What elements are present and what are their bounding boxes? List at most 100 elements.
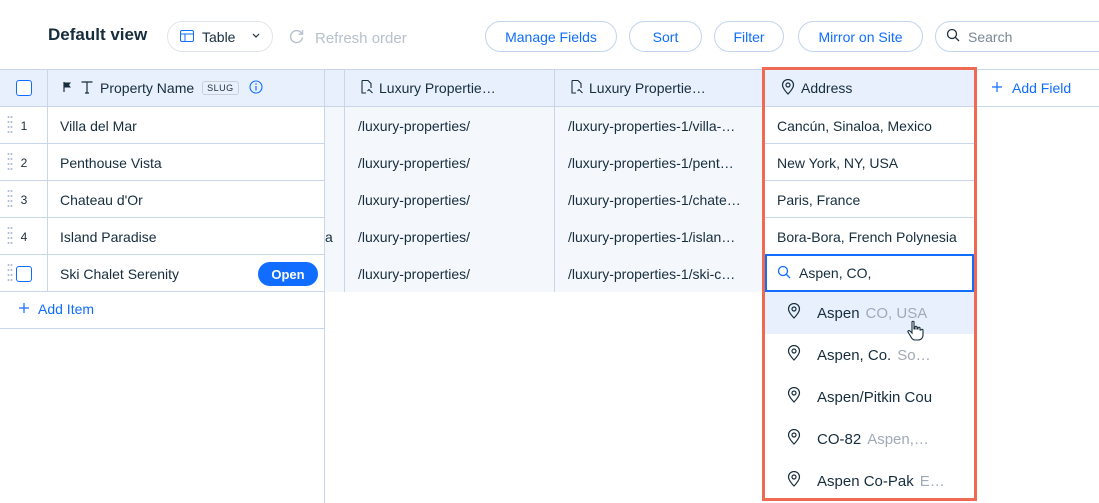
select-all-header — [0, 69, 48, 107]
address-cell[interactable]: Cancún, Sinaloa, Mexico — [763, 107, 975, 144]
location-pin-icon — [781, 78, 795, 98]
column-header-property-name[interactable]: Property Name SLUG — [48, 69, 325, 107]
property-name-label: Property Name — [100, 80, 195, 96]
text-type-icon — [80, 80, 94, 97]
suggestion-sub: E… — [919, 472, 945, 490]
luxury-1-cell[interactable]: /luxury-properties/ — [345, 107, 555, 144]
address-suggestion[interactable]: Aspen, Co. So… — [765, 334, 974, 376]
refresh-order-button[interactable]: Refresh order — [288, 27, 407, 49]
search-placeholder: Search — [968, 28, 1013, 45]
column-header-address[interactable]: Address — [763, 69, 975, 107]
refresh-icon — [288, 27, 306, 49]
column-divider — [762, 69, 763, 292]
add-item-label: Add Item — [38, 301, 95, 317]
column-header-luxury-2[interactable]: Luxury Propertie… — [555, 69, 763, 107]
luxury-1-cell[interactable]: /luxury-properties/ — [345, 181, 555, 218]
luxury-1-cell[interactable]: /luxury-properties/ — [345, 218, 555, 255]
drag-handle-icon[interactable] — [7, 152, 13, 170]
view-title: Default view — [48, 25, 148, 44]
search-input[interactable]: Search — [935, 21, 1099, 52]
sort-button[interactable]: Sort — [629, 21, 702, 52]
table-icon — [180, 29, 194, 45]
location-pin-icon — [787, 428, 801, 449]
luxury-2-cell[interactable]: /luxury-properties-1/islan… — [555, 218, 763, 255]
luxury-2-cell[interactable]: /luxury-properties-1/chate… — [555, 181, 763, 218]
property-name-cell[interactable]: Island Paradise — [48, 218, 325, 255]
table-row[interactable]: 1 Villa del Mar /luxury-properties/ /lux… — [0, 107, 975, 144]
hidden-cell: a — [325, 218, 345, 255]
location-pin-icon — [787, 386, 801, 407]
luxury-1-cell[interactable]: /luxury-properties/ — [345, 255, 555, 292]
address-cell[interactable]: New York, NY, USA — [763, 144, 975, 181]
address-suggestion[interactable]: Aspen Co-Pak E… — [765, 460, 974, 502]
hidden-column-header — [325, 69, 345, 107]
suggestion-main: Aspen/Pitkin Cou — [817, 388, 933, 406]
drag-handle-icon[interactable] — [7, 115, 13, 133]
add-item-button[interactable]: Add Item — [18, 301, 94, 317]
property-name-cell[interactable]: Villa del Mar — [48, 107, 325, 144]
table-row[interactable]: 4 Island Paradise a /luxury-properties/ … — [0, 218, 975, 255]
add-field-label: Add Field — [1012, 80, 1072, 96]
luxury-2-cell[interactable]: /luxury-properties-1/villa-… — [555, 107, 763, 144]
luxury-2-cell[interactable]: /luxury-properties-1/ski-c… — [555, 255, 763, 292]
search-icon — [777, 265, 791, 282]
page-link-icon — [359, 79, 375, 98]
property-name-text: Ski Chalet Serenity — [60, 265, 180, 282]
location-pin-icon — [787, 344, 801, 365]
pin-flag-icon — [62, 80, 74, 96]
address-suggestion[interactable]: Aspen CO, USA — [765, 292, 974, 334]
mirror-on-site-button[interactable]: Mirror on Site — [798, 21, 923, 52]
column-divider — [344, 69, 345, 292]
table-row[interactable]: 3 Chateau d'Or /luxury-properties/ /luxu… — [0, 181, 975, 218]
property-name-cell[interactable]: Chateau d'Or — [48, 181, 325, 218]
column-divider — [554, 69, 555, 292]
address-input-value: Aspen, CO, — [799, 265, 872, 281]
toolbar: Default view Table Refresh order Manage … — [0, 0, 1099, 70]
location-pin-icon — [787, 470, 801, 491]
column-header-luxury-1[interactable]: Luxury Propertie… — [345, 69, 555, 107]
address-cell[interactable]: Bora-Bora, French Polynesia — [763, 218, 975, 255]
manage-fields-button[interactable]: Manage Fields — [485, 21, 617, 52]
suggestion-sub: CO, USA — [865, 304, 928, 322]
hidden-cell — [325, 144, 345, 181]
plus-icon — [991, 80, 1003, 96]
view-type-select[interactable]: Table — [167, 21, 273, 52]
location-pin-icon — [787, 302, 801, 323]
address-label: Address — [801, 80, 853, 96]
hand-cursor-icon — [907, 320, 924, 341]
luxury-2-cell[interactable]: /luxury-properties-1/pent… — [555, 144, 763, 181]
select-all-checkbox[interactable] — [16, 80, 32, 96]
add-field-button[interactable]: Add Field — [975, 69, 1099, 107]
row-checkbox[interactable] — [16, 265, 32, 282]
info-icon[interactable] — [249, 79, 263, 97]
luxury-1-cell[interactable]: /luxury-properties/ — [345, 144, 555, 181]
suggestion-main: Aspen — [817, 304, 860, 322]
address-suggestion[interactable]: CO-82 Aspen,… — [765, 418, 974, 460]
suggestion-main: Aspen Co-Pak — [817, 472, 914, 490]
suggestion-sub: So… — [897, 346, 931, 364]
refresh-order-label: Refresh order — [315, 29, 407, 47]
table-row[interactable]: 2 Penthouse Vista /luxury-properties/ /l… — [0, 144, 975, 181]
add-item-divider — [0, 328, 325, 329]
drag-handle-icon[interactable] — [7, 226, 13, 244]
column-divider — [47, 69, 48, 292]
luxury-1-label: Luxury Propertie… — [379, 80, 496, 96]
filter-button[interactable]: Filter — [714, 21, 784, 52]
luxury-2-label: Luxury Propertie… — [589, 80, 706, 96]
frozen-column-divider — [324, 69, 325, 503]
suggestion-main: CO-82 — [817, 430, 862, 448]
address-suggestion[interactable]: Aspen/Pitkin Cou — [765, 376, 974, 418]
hidden-cell — [325, 107, 345, 144]
suggestion-sub: Aspen,… — [867, 430, 929, 448]
drag-handle-icon[interactable] — [7, 263, 13, 281]
address-cell[interactable]: Paris, France — [763, 181, 975, 218]
open-item-button[interactable]: Open — [258, 262, 318, 286]
hidden-cell — [325, 255, 345, 292]
chevron-down-icon — [251, 29, 261, 46]
slug-badge: SLUG — [202, 81, 239, 95]
address-search-input[interactable]: Aspen, CO, — [765, 254, 974, 292]
property-name-cell[interactable]: Penthouse Vista — [48, 144, 325, 181]
view-type-label: Table — [202, 28, 236, 45]
search-icon — [946, 28, 960, 45]
drag-handle-icon[interactable] — [7, 189, 13, 207]
